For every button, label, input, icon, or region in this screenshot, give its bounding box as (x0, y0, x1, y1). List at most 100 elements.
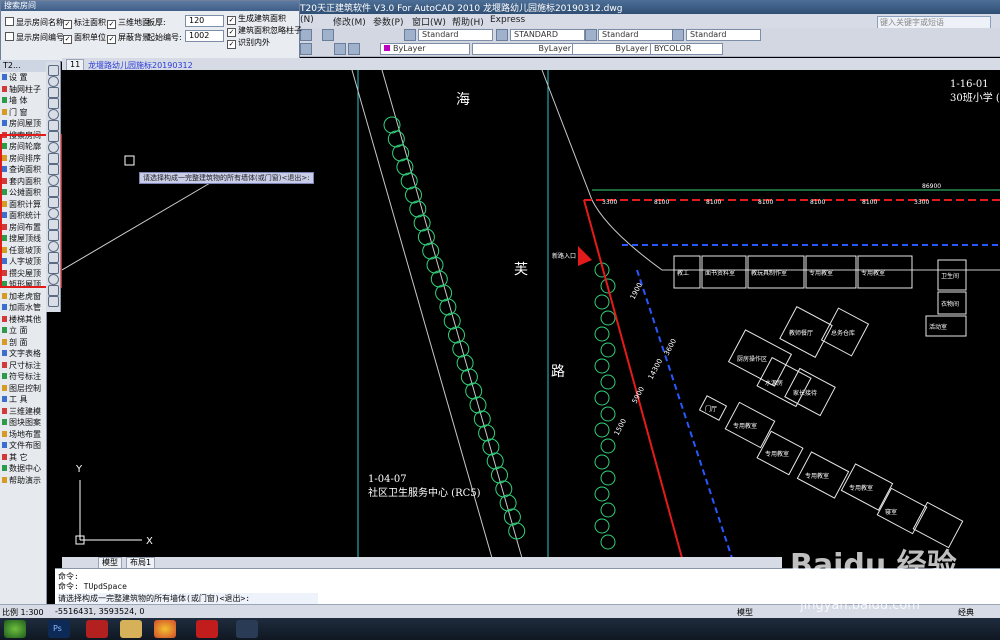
palette-item[interactable]: 工 具 (2, 395, 46, 405)
autocad-icon[interactable] (86, 620, 108, 638)
checkbox-ignore-columns[interactable]: ✓ 建筑面积忽略柱子 (227, 25, 302, 37)
tree-symbol (594, 390, 610, 406)
draw-tool-icon[interactable] (48, 65, 59, 76)
palette-item[interactable]: 门 窗 (2, 108, 46, 118)
draw-tool-icon[interactable] (48, 197, 59, 208)
sketchup-icon[interactable] (196, 620, 218, 638)
palette-item[interactable]: 尺寸标注 (2, 361, 46, 371)
draw-tool-icon[interactable] (48, 285, 59, 296)
draw-tool-icon[interactable] (48, 230, 59, 241)
checkbox-checked-icon: ✓ (107, 20, 116, 29)
table-style-combo[interactable]: Standard (598, 29, 673, 41)
draw-tool-icon[interactable] (48, 186, 59, 197)
layer-prev-icon[interactable] (334, 43, 346, 55)
color-combo[interactable]: ByLayer (380, 43, 470, 55)
palette-item[interactable]: 立 面 (2, 326, 46, 336)
draw-tool-icon[interactable] (48, 219, 59, 230)
linetype-combo[interactable]: ByLayer (472, 43, 580, 55)
draw-tool-icon[interactable] (48, 98, 59, 109)
palette-item[interactable]: 加老虎窗 (2, 292, 46, 302)
palette-item[interactable]: 剖 面 (2, 338, 46, 348)
plotstyle-combo[interactable]: BYCOLOR (650, 43, 723, 55)
palette-item[interactable]: 数据中心 (2, 464, 46, 474)
tree-symbol (594, 326, 610, 342)
coordinate-readout: -5516431, 3593524, 0 (55, 607, 145, 616)
layer-icon[interactable] (300, 43, 312, 55)
palette-item[interactable]: 图层控制 (2, 384, 46, 394)
layer-state-icon[interactable] (348, 43, 360, 55)
palette-item[interactable]: 房间屋顶 (2, 119, 46, 129)
checkbox-identify-inout[interactable]: ✓ 识别内外 (227, 37, 270, 49)
palette-item[interactable]: 符号标注 (2, 372, 46, 382)
checkbox-checked-icon: ✓ (227, 28, 236, 37)
palette-item[interactable]: 其 它 (2, 453, 46, 463)
draw-tool-icon[interactable] (48, 109, 59, 120)
model-space-label[interactable]: 模型 (737, 607, 753, 618)
palette-item-icon (2, 419, 7, 425)
draw-tool-icon[interactable] (48, 208, 59, 219)
table-style-icon[interactable] (585, 29, 597, 41)
menu-item-window[interactable]: 窗口(W) (412, 15, 446, 28)
photoshop-icon[interactable]: Ps (48, 620, 70, 638)
thickness-input[interactable]: 120 (185, 15, 224, 27)
checkbox-area-label[interactable]: ✓ 标注面积 (63, 17, 106, 29)
palette-item[interactable]: 加雨水管 (2, 303, 46, 313)
draw-tool-icon[interactable] (48, 120, 59, 131)
checkbox-show-room-name[interactable]: 显示房间名称 (5, 17, 64, 28)
draw-tool-icon[interactable] (48, 164, 59, 175)
palette-item[interactable]: 图块图案 (2, 418, 46, 428)
scale-indicator[interactable]: 比例 1:300 (2, 607, 44, 618)
palette-item[interactable]: 场地布置 (2, 430, 46, 440)
menu-item-express[interactable]: Express (490, 15, 525, 25)
palette-item[interactable]: 楼梯其他 (2, 315, 46, 325)
chrome-icon[interactable] (154, 620, 176, 638)
palette-item[interactable]: 文件布图 (2, 441, 46, 451)
entrance-label: 新路入口 (552, 252, 576, 260)
palette-item[interactable]: 三维建模 (2, 407, 46, 417)
lineweight-combo[interactable]: ByLayer (572, 43, 657, 55)
color-label: ByLayer (393, 44, 426, 53)
draw-tool-icon[interactable] (48, 153, 59, 164)
menu-item-help[interactable]: 帮助(H) (452, 15, 484, 28)
text-style-icon[interactable] (404, 29, 416, 41)
draw-tool-icon[interactable] (48, 274, 59, 285)
draw-tool-icon[interactable] (48, 131, 59, 142)
checkbox-mask-bg[interactable]: ✓ 屏蔽背景 (107, 32, 150, 44)
palette-item[interactable]: 墙 体 (2, 96, 46, 106)
menu-item-n[interactable]: (N) (300, 15, 314, 25)
checkbox-area-unit[interactable]: ✓ 面积单位 (63, 32, 106, 44)
drawing-canvas[interactable]: 海芙路 1-16-01 30班小学 (1-04-07 社区卫生服务中心 (RC5) 新路… (62, 70, 1000, 558)
text-style-icon[interactable] (322, 29, 334, 41)
draw-tool-icon[interactable] (48, 252, 59, 263)
checkbox-3d-floor[interactable]: ✓ 三维地面 (107, 17, 150, 29)
mleader-style-icon[interactable] (672, 29, 684, 41)
draw-tool-icon[interactable] (48, 241, 59, 252)
palette-item[interactable]: 轴网柱子 (2, 85, 46, 95)
draw-tool-icon[interactable] (48, 142, 59, 153)
checkbox-show-room-number[interactable]: 显示房间编号 (5, 32, 64, 43)
menu-item-modify[interactable]: 修改(M) (333, 15, 366, 28)
palette-item[interactable]: 文字表格 (2, 349, 46, 359)
explorer-icon[interactable] (120, 620, 142, 638)
dimension-text: 8100 (862, 199, 877, 206)
draw-tool-icon[interactable] (48, 76, 59, 87)
draw-tool-icon[interactable] (48, 175, 59, 186)
menu-item-param[interactable]: 参数(P) (373, 15, 403, 28)
draw-tool-icon[interactable] (48, 87, 59, 98)
draw-tool-icon[interactable] (48, 263, 59, 274)
draw-tool-icon[interactable] (48, 296, 59, 307)
dim-style-icon[interactable] (496, 29, 508, 41)
dim-style-combo[interactable]: STANDARD (510, 29, 585, 41)
palette-item[interactable]: 帮助演示 (2, 476, 46, 486)
checkbox-gen-building-area[interactable]: ✓ 生成建筑面积 (227, 13, 286, 25)
start-orb-icon[interactable] (4, 620, 26, 638)
checkbox-checked-icon: ✓ (227, 16, 236, 25)
text-style-combo[interactable]: Standard (418, 29, 493, 41)
mleader-style-combo[interactable]: Standard (686, 29, 761, 41)
app-icon[interactable] (236, 620, 258, 638)
workspace-label[interactable]: 经典 (958, 607, 974, 618)
palette-item[interactable]: 设 置 (2, 73, 46, 83)
command-current-line[interactable]: 请选择构成一完整建筑物的所有墙体(或门窗)<退出>: (58, 593, 318, 604)
start-number-input[interactable]: 1002 (185, 30, 224, 42)
command-line[interactable]: 命令: 命令: TUpdSpace 请选择构成一完整建筑物的所有墙体(或门窗)<… (55, 568, 1000, 605)
